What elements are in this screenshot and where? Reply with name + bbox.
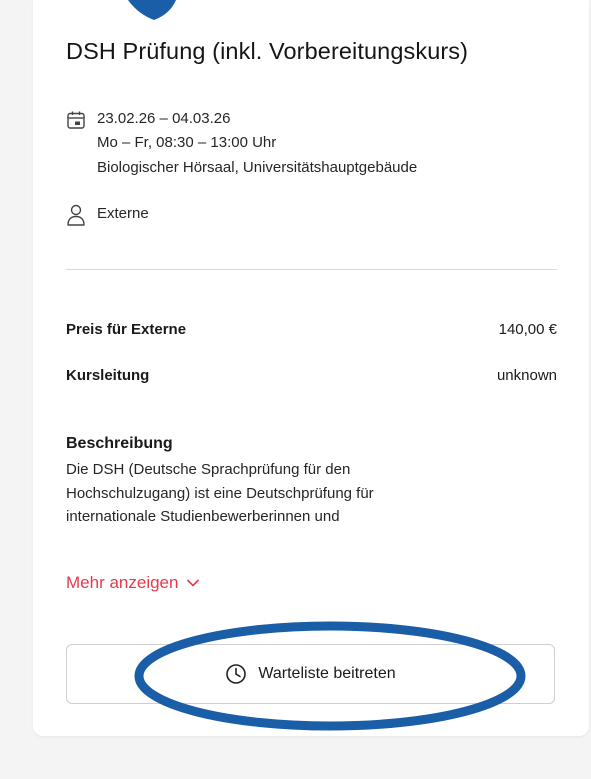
description-line: Hochschulzugang) ist eine Deutschprüfung… <box>66 484 374 502</box>
chevron-down-icon <box>187 579 200 587</box>
divider <box>66 269 557 270</box>
clock-icon <box>226 664 247 684</box>
course-location: Biologischer Hörsaal, Universitätshauptg… <box>97 159 418 176</box>
join-waitlist-label: Warteliste beitreten <box>258 665 396 682</box>
show-more-link[interactable]: Mehr anzeigen <box>66 573 200 593</box>
user-icon <box>67 204 85 226</box>
description-text: Die DSH (Deutsche Sprachprüfung für den … <box>66 458 486 529</box>
course-lead-label: Kursleitung <box>66 367 150 384</box>
join-waitlist-button[interactable]: Warteliste beitreten <box>66 644 555 704</box>
price-value: 140,00 € <box>498 321 557 338</box>
course-title: DSH Prüfung (inkl. Vorbereitungskurs) <box>66 38 469 64</box>
course-lead-value: unknown <box>496 367 557 384</box>
course-schedule: Mo – Fr, 08:30 – 13:00 Uhr <box>97 134 277 151</box>
price-label: Preis für Externe <box>66 321 187 338</box>
description-line: Die DSH (Deutsche Sprachprüfung für den <box>66 461 351 478</box>
description-line: internationale Studienbewerberinnen und <box>66 508 340 525</box>
description-heading: Beschreibung <box>66 435 173 452</box>
show-more-label: Mehr anzeigen <box>66 573 179 592</box>
course-audience: Externe <box>97 205 149 222</box>
course-dates: 23.02.26 – 04.03.26 <box>97 110 231 127</box>
calendar-icon <box>67 111 85 129</box>
